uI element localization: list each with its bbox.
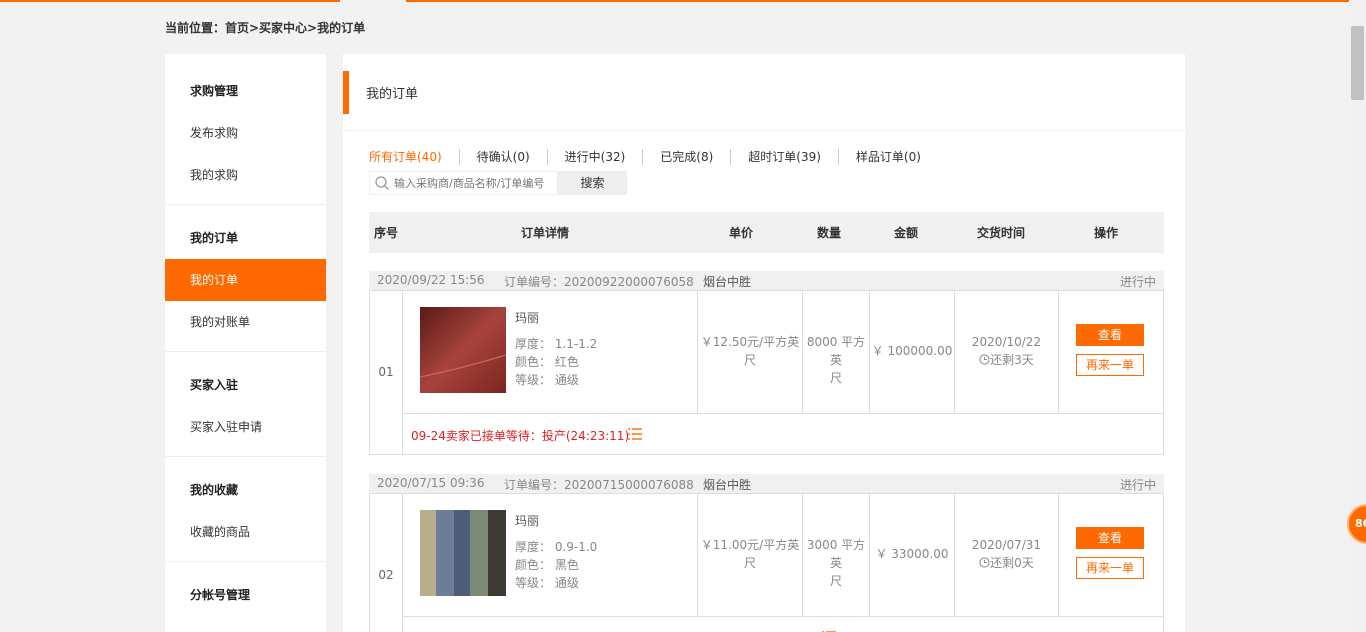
unit-price-suffix: 尺	[743, 353, 756, 367]
sidebar-item-favorite-products[interactable]: 收藏的商品	[165, 511, 326, 553]
product-grade: 等级： 通级	[515, 576, 579, 590]
sidebar-item-my-requests[interactable]: 我的求购	[165, 154, 326, 196]
col-delivery: 交货时间	[977, 226, 1026, 240]
breadcrumb: 当前位置：首页>买家中心>我的订单	[165, 21, 366, 35]
sidebar-item-statements[interactable]: 我的对账单	[165, 301, 326, 343]
order-index: 02	[370, 494, 403, 632]
order-date: 2020/07/15 09:36	[377, 476, 485, 490]
search-box: 搜索	[369, 171, 627, 195]
product-thumbnail[interactable]	[420, 307, 506, 393]
delivery-cell: 2020/07/31 还剩0天	[955, 494, 1059, 616]
amount-cell: ￥ 100000.00	[870, 291, 955, 413]
unit-price-suffix: 尺	[743, 556, 756, 570]
product-name[interactable]: 玛丽	[515, 309, 539, 326]
tab-completed[interactable]: 已完成(8)	[642, 149, 730, 165]
order-tabs: 所有订单(40) 待确认(0) 进行中(32) 已完成(8) 超时订单(39) …	[369, 149, 938, 165]
order-seller[interactable]: 烟台中胜	[703, 476, 751, 493]
delivery-date: 2020/07/31	[971, 538, 1042, 552]
col-actions: 操作	[1094, 226, 1119, 240]
main-panel: 我的订单 所有订单(40) 待确认(0) 进行中(32) 已完成(8) 超时订单…	[343, 54, 1185, 632]
search-button[interactable]: 搜索	[558, 171, 627, 195]
quantity: 3000 平方英	[806, 538, 866, 570]
reorder-button[interactable]: 再来一单	[1076, 557, 1144, 579]
sidebar-group-purchase: 求购管理	[190, 84, 239, 98]
clock-icon	[979, 557, 990, 568]
order-seller[interactable]: 烟台中胜	[703, 273, 751, 290]
order-detail-cell: 玛丽 厚度： 1.1-1.2 颜色： 红色 等级： 通级	[403, 291, 698, 413]
tab-pending-confirm[interactable]: 待确认(0)	[458, 149, 547, 165]
main-header: 我的订单	[343, 54, 1185, 131]
product-grade: 等级： 通级	[515, 373, 579, 387]
order-number: 订单编号：20200715000076088	[504, 478, 694, 492]
sidebar-item-my-orders[interactable]: 我的订单	[165, 259, 326, 301]
order-status: 进行中	[1119, 275, 1156, 289]
order-footer	[403, 616, 1163, 632]
table-header: 序号 订单详情 单价 数量 金额 交货时间 操作	[369, 212, 1164, 253]
col-index: 序号	[374, 226, 399, 240]
order-status: 进行中	[1119, 478, 1156, 492]
quantity: 8000 平方英	[806, 335, 866, 367]
sidebar-group-subaccounts: 分帐号管理	[190, 588, 251, 602]
unit-price: ￥11.00元/平方英	[700, 538, 800, 552]
amount: ￥ 33000.00	[875, 547, 949, 561]
col-quantity: 数量	[817, 226, 842, 240]
remaining-days: 还剩0天	[990, 556, 1034, 570]
product-name[interactable]: 玛丽	[515, 512, 539, 529]
order-detail-cell: 玛丽 厚度： 0.9-1.0 颜色： 黑色 等级： 通级	[403, 494, 698, 616]
unit-price: ￥12.50元/平方英	[700, 335, 800, 349]
quantity-cell: 3000 平方英 尺	[803, 494, 870, 616]
amount: ￥ 100000.00	[871, 344, 953, 358]
product-color: 颜色： 红色	[515, 355, 579, 369]
view-order-button[interactable]: 查看	[1076, 527, 1144, 549]
col-price: 单价	[729, 226, 754, 240]
order-index: 01	[370, 291, 403, 454]
sidebar: 求购管理 发布求购 我的求购 我的订单 我的订单 我的对账单 买家入驻 买家入驻…	[165, 54, 326, 632]
order-date: 2020/09/22 15:56	[377, 273, 485, 287]
product-thickness: 厚度： 1.1-1.2	[515, 337, 598, 351]
price-cell: ￥12.50元/平方英 尺	[698, 291, 803, 413]
clock-icon	[979, 354, 990, 365]
list-icon[interactable]	[627, 426, 643, 442]
tab-all-orders[interactable]: 所有订单(40)	[369, 149, 459, 165]
sidebar-item-buyer-apply[interactable]: 买家入驻申请	[165, 406, 326, 448]
col-amount: 金额	[894, 226, 919, 240]
order-number: 订单编号：20200922000076058	[504, 275, 694, 289]
quantity-suffix: 尺	[829, 371, 842, 385]
order-body: 01 玛丽 厚度： 1.1-1.2 颜色： 红色 等级： 通级 ￥12.50元/…	[369, 290, 1164, 455]
order-card: 2020/07/15 09:36 订单编号：20200715000076088 …	[369, 474, 1164, 632]
order-header: 2020/09/22 15:56 订单编号：20200922000076058 …	[369, 271, 1164, 290]
order-header: 2020/07/15 09:36 订单编号：20200715000076088 …	[369, 474, 1164, 493]
product-thumbnail[interactable]	[420, 510, 506, 596]
order-card: 2020/09/22 15:56 订单编号：20200922000076058 …	[369, 271, 1164, 455]
tab-sample-orders[interactable]: 样品订单(0)	[837, 149, 938, 165]
product-color: 颜色： 黑色	[515, 558, 579, 572]
product-thickness: 厚度： 0.9-1.0	[515, 540, 598, 554]
tab-in-progress[interactable]: 进行中(32)	[546, 149, 643, 165]
top-accent-bar	[0, 0, 1366, 2]
quantity-suffix: 尺	[829, 574, 842, 588]
col-details: 订单详情	[521, 226, 570, 240]
quantity-cell: 8000 平方英 尺	[803, 291, 870, 413]
amount-cell: ￥ 33000.00	[870, 494, 955, 616]
tab-overdue[interactable]: 超时订单(39)	[730, 149, 838, 165]
order-body: 02 玛丽 厚度： 0.9-1.0 颜色： 黑色 等级： 通级 ￥11.00元/…	[369, 493, 1164, 632]
order-progress-status: 09-24卖家已接单等待：投产(24:23:11)	[411, 429, 630, 443]
scrollbar-thumb[interactable]	[1351, 26, 1364, 100]
price-cell: ￥11.00元/平方英 尺	[698, 494, 803, 616]
sidebar-group-orders: 我的订单	[190, 231, 239, 245]
delivery-date: 2020/10/22	[971, 335, 1042, 349]
sidebar-group-buyer-entry: 买家入驻	[190, 378, 239, 392]
sidebar-item-publish-request[interactable]: 发布求购	[165, 112, 326, 154]
order-footer: 09-24卖家已接单等待：投产(24:23:11)	[403, 413, 1163, 454]
delivery-cell: 2020/10/22 还剩3天	[955, 291, 1059, 413]
page-title: 我的订单	[366, 87, 419, 102]
search-input[interactable]	[394, 175, 554, 191]
reorder-button[interactable]: 再来一单	[1076, 354, 1144, 376]
view-order-button[interactable]: 查看	[1076, 324, 1144, 346]
search-icon	[375, 176, 389, 190]
search-input-wrap	[369, 171, 558, 195]
sidebar-group-favorites: 我的收藏	[190, 483, 239, 497]
remaining-days: 还剩3天	[990, 353, 1034, 367]
